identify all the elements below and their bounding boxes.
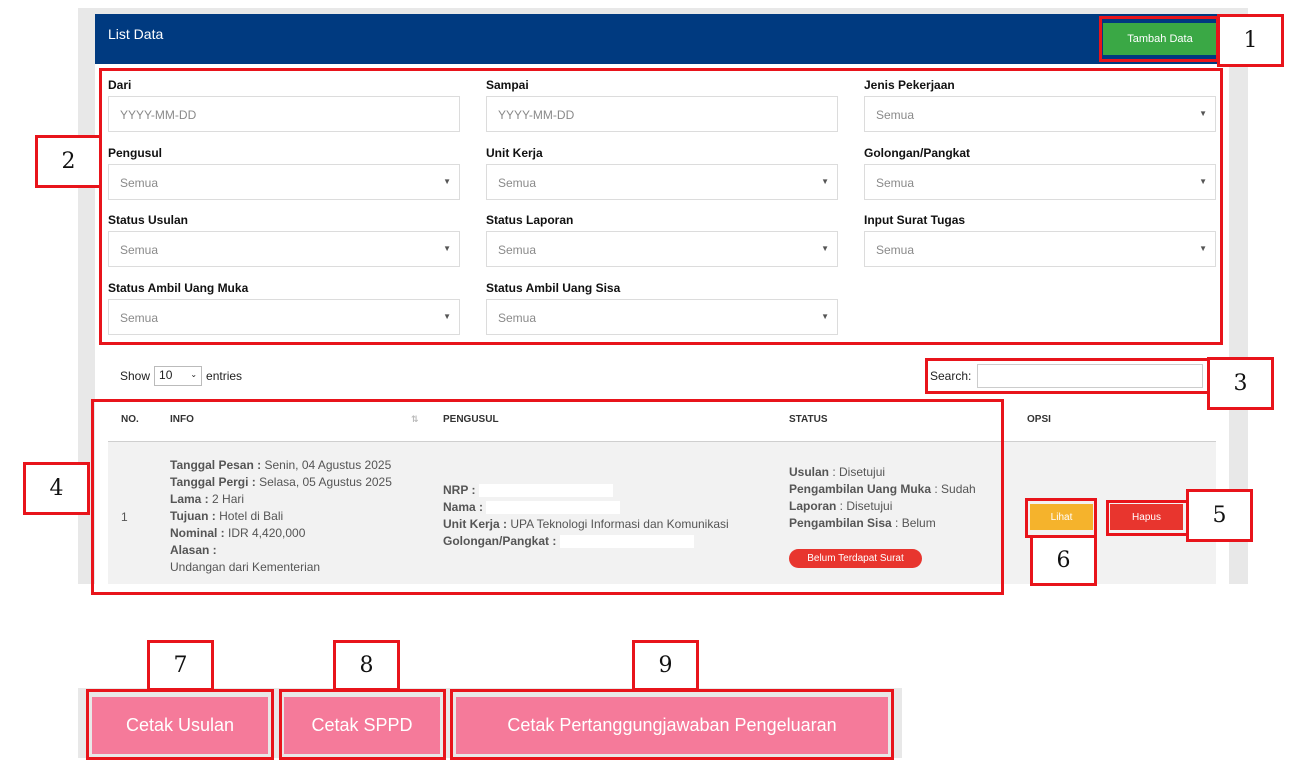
annotation-box-2 [99, 68, 1223, 345]
panel-header: List Data Tambah Data [95, 14, 1229, 64]
annotation-label-7: 7 [147, 640, 214, 691]
annotation-label-6: 6 [1030, 535, 1097, 586]
annotation-label-9: 9 [632, 640, 699, 691]
annotation-box-5 [1106, 500, 1190, 536]
annotation-label-1: 1 [1217, 14, 1284, 67]
annotation-box-6 [1025, 498, 1097, 538]
annotation-box-1 [1099, 16, 1219, 62]
chevron-down-icon: ⌄ [190, 370, 198, 379]
panel-title: List Data [108, 26, 164, 42]
annotation-box-3 [925, 358, 1210, 394]
annotation-box-4 [91, 399, 1004, 595]
annotation-box-9 [450, 689, 894, 760]
entries-select[interactable]: 10 ⌄ [154, 366, 203, 386]
annotation-label-8: 8 [333, 640, 400, 691]
entries-value: 10 [159, 368, 173, 382]
annotation-label-5: 5 [1186, 489, 1253, 542]
annotation-box-7 [86, 689, 274, 760]
header-opsi: OPSI [1027, 414, 1051, 425]
annotation-label-3: 3 [1207, 357, 1274, 410]
annotation-box-8 [279, 689, 446, 760]
show-entries: Show 10 ⌄ entries [120, 366, 242, 386]
show-label: Show [120, 369, 151, 383]
annotation-label-2: 2 [35, 135, 102, 188]
screenshot-stage: List Data Tambah Data Dari YYYY-MM-DD Sa… [0, 0, 1296, 769]
entries-label: entries [206, 369, 243, 383]
annotation-label-4: 4 [23, 462, 90, 515]
